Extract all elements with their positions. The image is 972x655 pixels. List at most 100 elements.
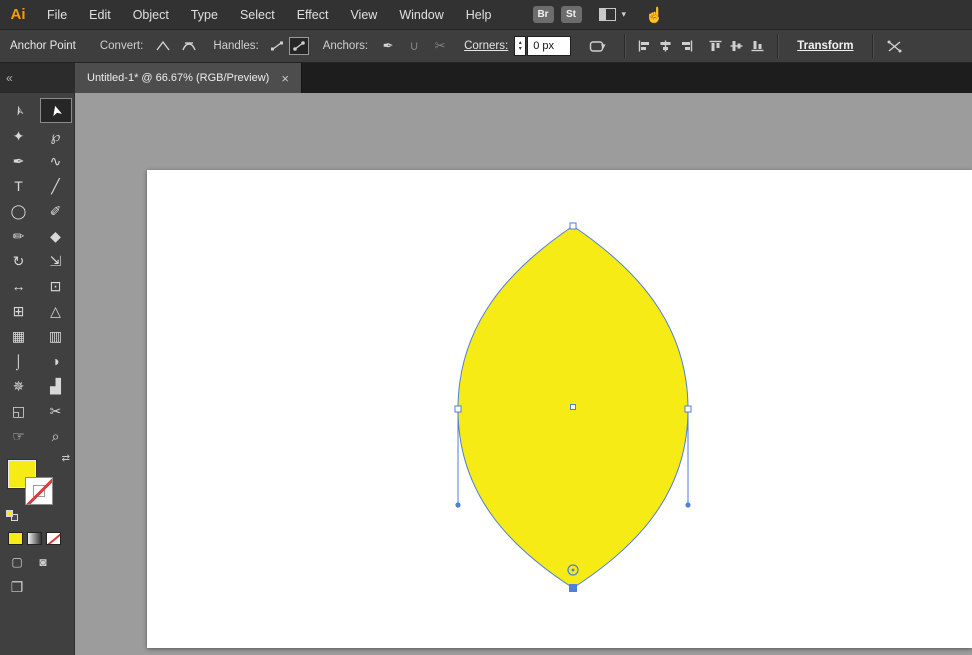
ellipse-tool[interactable]: ◯ xyxy=(3,198,35,223)
center-point[interactable] xyxy=(571,405,576,410)
tool-icon: ↔ xyxy=(12,279,26,293)
direct-selection-tool[interactable]: ➤ xyxy=(40,98,72,123)
menu-type[interactable]: Type xyxy=(180,8,229,22)
menu-edit[interactable]: Edit xyxy=(78,8,122,22)
curvature-tool[interactable]: ∿ xyxy=(40,148,72,173)
tool-icon: △ xyxy=(50,304,61,318)
color-button[interactable] xyxy=(8,532,23,545)
chevron-down-icon[interactable]: ▾ xyxy=(622,9,627,20)
canvas[interactable] xyxy=(75,93,972,655)
align-top-button[interactable] xyxy=(705,36,726,56)
collapse-panel-icon[interactable]: « xyxy=(6,71,13,85)
menu-bar: Ai File Edit Object Type Select Effect V… xyxy=(0,0,972,30)
tool-icon: ☞ xyxy=(12,429,25,443)
draw-normal-mode-button[interactable]: ▢ xyxy=(8,554,26,570)
select-similar-chevron-icon[interactable]: ▾ xyxy=(601,41,606,52)
bridge-button[interactable]: Br xyxy=(533,6,554,23)
column-graph-tool[interactable]: ▟ xyxy=(40,373,72,398)
top-anchor[interactable] xyxy=(570,223,576,229)
right-anchor[interactable] xyxy=(685,406,691,412)
lasso-tool[interactable]: ℘ xyxy=(40,123,72,148)
connect-end-points-button[interactable]: ∪ xyxy=(402,35,426,57)
blend-tool[interactable]: ◑ xyxy=(40,348,72,373)
isolate-selected-object-icon[interactable] xyxy=(882,35,906,57)
align-vertical-center-button[interactable] xyxy=(726,36,747,56)
stroke-none-slash xyxy=(25,477,53,505)
scale-tool[interactable]: ⇲ xyxy=(40,248,72,273)
eraser-tool[interactable]: ◆ xyxy=(40,223,72,248)
shape-builder-tool[interactable]: ⊞ xyxy=(3,298,35,323)
magic-wand-tool[interactable]: ✦ xyxy=(3,123,35,148)
select-similar-button[interactable]: ▾ xyxy=(581,35,613,57)
rotate-tool[interactable]: ↻ xyxy=(3,248,35,273)
menu-help[interactable]: Help xyxy=(455,8,503,22)
align-horizontal-center-button[interactable] xyxy=(655,36,676,56)
align-right-button[interactable] xyxy=(676,36,697,56)
stepper-down-icon[interactable]: ▾ xyxy=(519,46,522,52)
perspective-grid-tool[interactable]: △ xyxy=(40,298,72,323)
pen-tool[interactable]: ✒ xyxy=(3,148,35,173)
left-anchor[interactable] xyxy=(455,406,461,412)
hide-handles-button[interactable] xyxy=(267,37,287,55)
tool-icon: ➤ xyxy=(47,103,64,118)
document-tab-bar: « Untitled-1* @ 66.67% (RGB/Preview) × xyxy=(0,63,972,93)
document-tab[interactable]: Untitled-1* @ 66.67% (RGB/Preview) × xyxy=(75,63,302,93)
tool-icon: ▦ xyxy=(12,329,25,343)
right-handle-end[interactable] xyxy=(685,502,690,507)
tool-icon: ◆ xyxy=(50,229,61,243)
eyedropper-tool[interactable]: ⌡ xyxy=(3,348,35,373)
bottom-anchor-selected[interactable] xyxy=(570,585,577,592)
align-left-button[interactable] xyxy=(634,36,655,56)
paintbrush-tool[interactable]: ✐ xyxy=(40,198,72,223)
default-fill-stroke-icon[interactable] xyxy=(6,510,20,522)
stock-button[interactable]: St xyxy=(561,6,582,23)
tool-icon: ∿ xyxy=(50,154,62,168)
menu-file[interactable]: File xyxy=(36,8,78,22)
context-label: Anchor Point xyxy=(10,40,76,52)
convert-to-smooth-button[interactable] xyxy=(177,35,201,57)
align-bottom-button[interactable] xyxy=(747,36,768,56)
touch-workspace-icon[interactable]: ☝ xyxy=(645,6,664,24)
menu-window[interactable]: Window xyxy=(388,8,454,22)
shaper-tool[interactable]: ✏ xyxy=(3,223,35,248)
swap-fill-stroke-icon[interactable]: ⇄ xyxy=(62,453,70,464)
corners-stepper[interactable]: ▴ ▾ xyxy=(514,36,526,56)
none-button[interactable] xyxy=(46,532,61,545)
artboard-tool[interactable]: ◱ xyxy=(3,398,35,423)
slice-tool[interactable]: ✂ xyxy=(40,398,72,423)
width-tool[interactable]: ↔ xyxy=(3,273,35,298)
cut-path-button[interactable]: ✂ xyxy=(428,35,452,57)
mesh-tool[interactable]: ▦ xyxy=(3,323,35,348)
selection-tool[interactable]: ➣ xyxy=(3,98,35,123)
stroke-swatch[interactable] xyxy=(25,477,53,505)
symbol-sprayer-tool[interactable]: ✵ xyxy=(3,373,35,398)
tab-close-icon[interactable]: × xyxy=(281,71,289,86)
menu-object[interactable]: Object xyxy=(122,8,180,22)
menu-select[interactable]: Select xyxy=(229,8,286,22)
corners-link[interactable]: Corners: xyxy=(464,40,508,52)
tool-icon: ✒ xyxy=(13,154,25,168)
tool-icon: ▥ xyxy=(49,329,62,343)
workspace-switcher-icon[interactable] xyxy=(599,8,616,21)
show-handles-button[interactable] xyxy=(289,37,309,55)
line-segment-tool[interactable]: ╱ xyxy=(40,173,72,198)
transform-link[interactable]: Transform xyxy=(797,40,853,52)
remove-anchor-point-button[interactable]: ✒ xyxy=(376,35,400,57)
tool-icon: T xyxy=(14,179,23,193)
free-transform-tool[interactable]: ⊡ xyxy=(40,273,72,298)
type-tool[interactable]: T xyxy=(3,173,35,198)
left-handle-end[interactable] xyxy=(455,502,460,507)
zoom-tool[interactable]: ⌕ xyxy=(40,423,72,448)
menu-view[interactable]: View xyxy=(339,8,388,22)
screen-mode-button[interactable]: ❐ xyxy=(8,579,26,595)
gradient-tool[interactable]: ▥ xyxy=(40,323,72,348)
convert-to-corner-button[interactable] xyxy=(151,35,175,57)
draw-behind-mode-button[interactable]: ◙ xyxy=(34,554,52,570)
menu-effect[interactable]: Effect xyxy=(286,8,340,22)
anchors-label: Anchors: xyxy=(323,40,368,52)
tool-icon: ◯ xyxy=(11,204,27,218)
app-logo[interactable]: Ai xyxy=(0,0,36,30)
corners-input[interactable]: 0 px xyxy=(527,36,571,56)
gradient-button[interactable] xyxy=(27,532,42,545)
hand-tool[interactable]: ☞ xyxy=(3,423,35,448)
